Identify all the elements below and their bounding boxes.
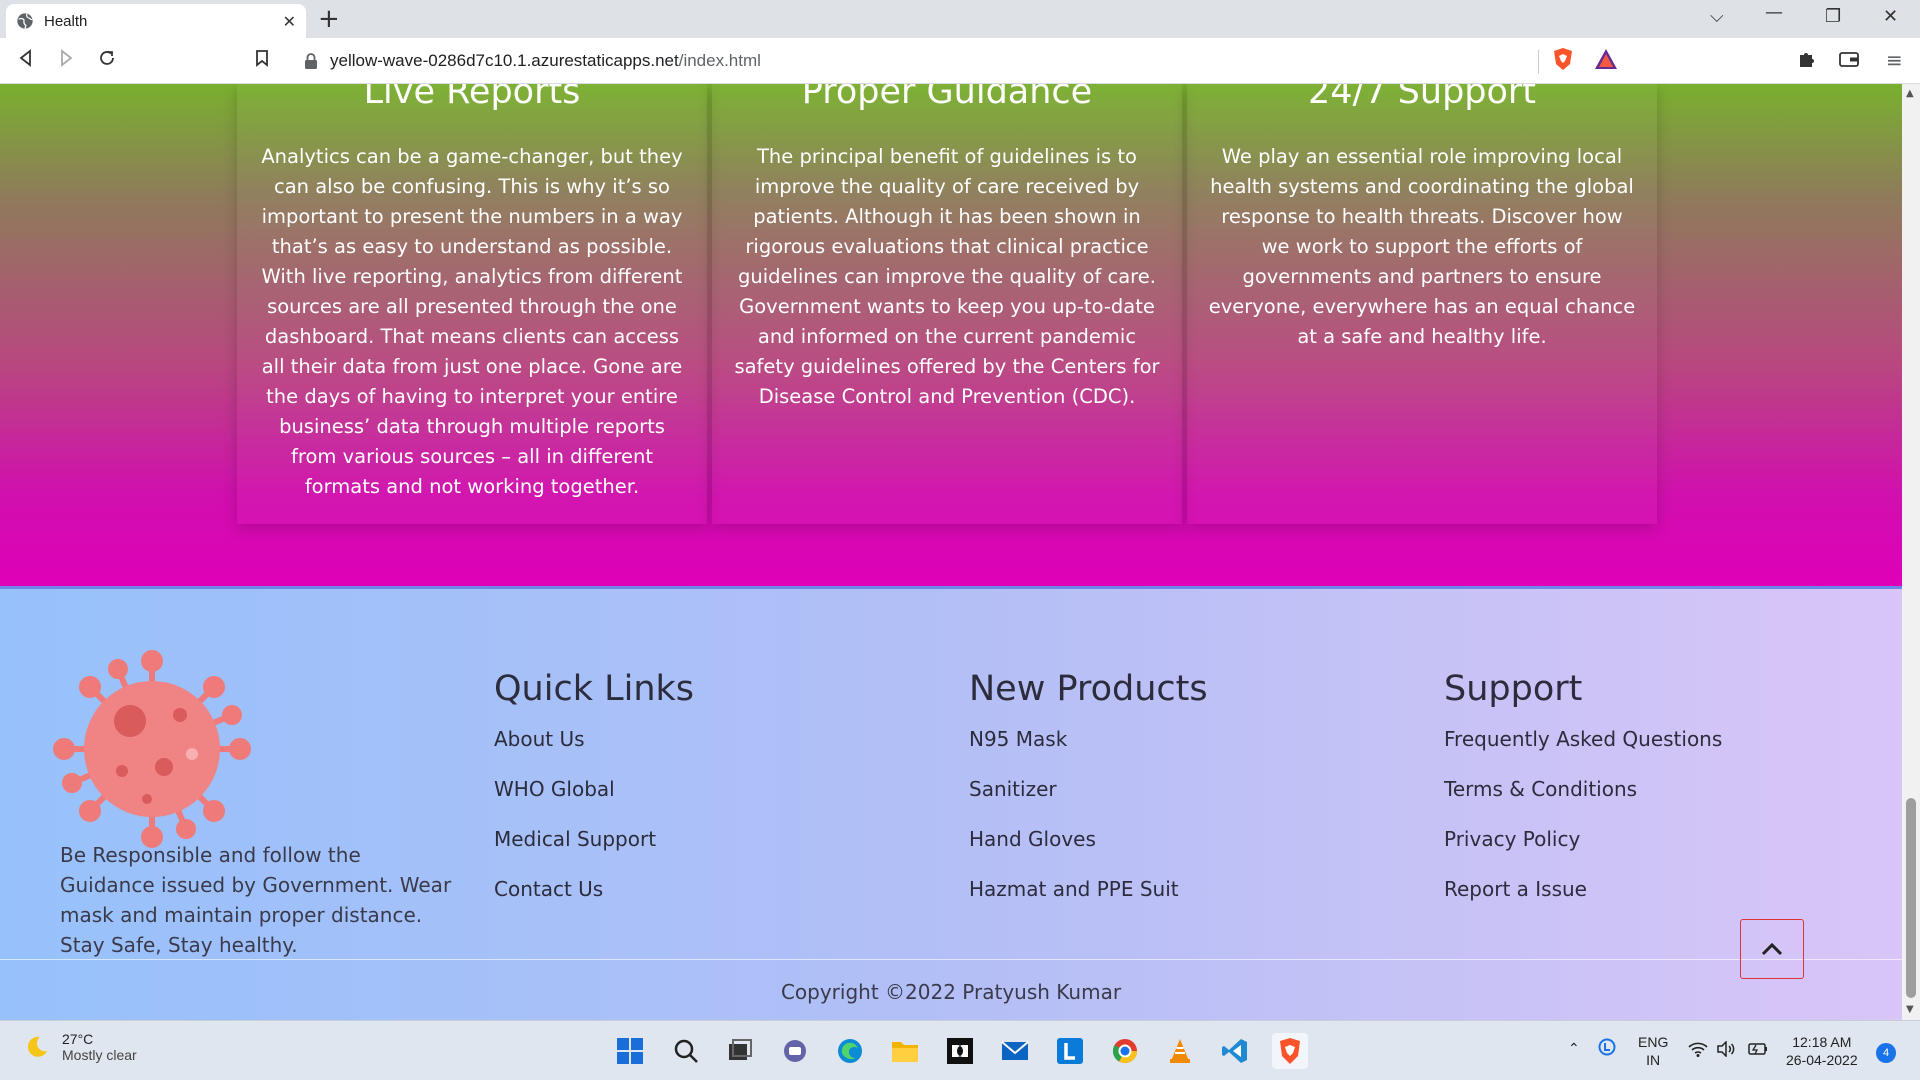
footer-divider [0,959,1902,960]
link-hand-gloves[interactable]: Hand Gloves [969,827,1208,877]
link-n95-mask[interactable]: N95 Mask [969,727,1208,777]
page-viewport: Live Reports Analytics can be a game-cha… [0,84,1902,1020]
menu-icon[interactable]: ≡ [1886,49,1903,71]
clock-time: 12:18 AM [1792,1034,1852,1050]
back-to-top-button[interactable] [1740,919,1804,979]
feature-card-support: 24/7 Support We play an essential role i… [1187,84,1657,524]
restore-button[interactable]: ❐ [1825,6,1841,27]
card-title: Live Reports [363,84,581,112]
scroll-up-icon[interactable]: ▲ [1906,88,1914,99]
copyright-text: Copyright ©2022 Pratyush Kumar [780,980,1122,1004]
footer-about-text: Be Responsible and follow the Guidance i… [60,843,452,957]
card-title: 24/7 Support [1307,84,1537,112]
tab-title: Health [44,12,88,30]
page-scrollbar[interactable]: ▲ ▼ [1902,84,1920,1020]
feature-card-proper-guidance: Proper Guidance The principal benefit of… [712,84,1182,524]
virus-logo-icon [53,650,251,848]
card-text: We play an essential role improving loca… [1208,145,1636,348]
link-about-us[interactable]: About Us [494,727,694,777]
language-code: ENG [1638,1034,1669,1050]
teams-chat-icon[interactable] [777,1033,813,1069]
feature-card-live-reports: Live Reports Analytics can be a game-cha… [237,84,707,524]
new-products-heading: New Products [969,669,1208,709]
reload-icon[interactable] [98,49,116,71]
link-terms-conditions[interactable]: Terms & Conditions [1444,777,1722,827]
moon-icon [27,1036,47,1057]
language-indicator[interactable]: ENG IN [1638,1033,1668,1069]
footer-support: Support Frequently Asked Questions Terms… [1444,669,1722,927]
link-faq[interactable]: Frequently Asked Questions [1444,727,1722,777]
windows-taskbar: 27°C Mostly clear ⌃ ENG IN 12:18 AM 26-0… [0,1020,1920,1080]
wallet-icon[interactable] [1838,49,1860,73]
edge-icon[interactable] [832,1033,868,1069]
close-tab-icon[interactable]: ✕ [283,12,296,31]
show-hidden-icons-icon[interactable]: ⌃ [1568,1039,1580,1057]
bookmark-icon[interactable] [255,49,269,71]
l-app-icon[interactable] [1052,1033,1088,1069]
close-window-button[interactable]: ✕ [1883,6,1898,27]
extensions-icon[interactable] [1797,49,1817,73]
address-bar[interactable]: yellow-wave-0286d7c10.1.azurestaticapps.… [290,43,1600,79]
link-medical-support[interactable]: Medical Support [494,827,694,877]
file-explorer-icon[interactable] [887,1033,923,1069]
footer: Be Responsible and follow the Guidance i… [0,586,1902,1020]
footer-quick-links: Quick Links About Us WHO Global Medical … [494,669,694,927]
region-code: IN [1646,1052,1661,1068]
footer-new-products: New Products N95 Mask Sanitizer Hand Glo… [969,669,1208,927]
tab-search-chevron-icon[interactable]: ⌵ [1710,6,1724,27]
weather-condition: Mostly clear [62,1047,137,1063]
new-tab-button[interactable]: + [318,5,340,33]
link-report-issue[interactable]: Report a Issue [1444,877,1722,927]
battery-icon[interactable] [1746,1041,1768,1061]
scroll-down-icon[interactable]: ▼ [1906,1004,1914,1015]
vscode-icon[interactable] [1217,1033,1253,1069]
chrome-icon[interactable] [1107,1033,1143,1069]
volume-icon[interactable] [1716,1040,1736,1061]
card-title: Proper Guidance [801,84,1093,112]
omnibox-divider [1538,50,1539,74]
weather-widget[interactable]: 27°C Mostly clear [24,1031,137,1063]
quick-links-heading: Quick Links [494,669,695,709]
support-heading: Support [1444,669,1583,709]
clock-date: 26-04-2022 [1786,1052,1858,1068]
wifi-icon[interactable] [1688,1041,1708,1061]
link-contact-us[interactable]: Contact Us [494,877,694,927]
start-icon[interactable] [612,1033,648,1069]
link-privacy-policy[interactable]: Privacy Policy [1444,827,1722,877]
url-text: yellow-wave-0286d7c10.1.azurestaticapps.… [330,51,761,70]
back-icon[interactable] [18,49,34,71]
minimize-button[interactable]: — [1765,2,1783,23]
card-text: Analytics can be a game-changer, but the… [261,145,683,498]
weather-temperature: 27°C [62,1031,94,1047]
lock-icon [305,53,317,69]
search-icon[interactable] [668,1033,704,1069]
vlc-icon[interactable] [1162,1033,1198,1069]
chevron-up-icon [1761,942,1783,956]
browser-tab[interactable]: Health ✕ [6,4,306,38]
features-section: Live Reports Analytics can be a game-cha… [0,84,1902,586]
card-text: The principal benefit of guidelines is t… [734,145,1160,408]
globe-icon [17,13,33,29]
browser-toolbar: yellow-wave-0286d7c10.1.azurestaticapps.… [0,38,1920,84]
link-who-global[interactable]: WHO Global [494,777,694,827]
clock[interactable]: 12:18 AM 26-04-2022 [1786,1033,1858,1069]
link-sanitizer[interactable]: Sanitizer [969,777,1208,827]
tray-app-icon[interactable] [1598,1038,1616,1060]
notification-badge[interactable]: 4 [1876,1043,1896,1063]
scrollbar-thumb[interactable] [1906,798,1916,998]
dolby-access-icon[interactable] [942,1033,978,1069]
link-hazmat-ppe-suit[interactable]: Hazmat and PPE Suit [969,877,1208,927]
brave-browser-icon[interactable] [1272,1033,1308,1069]
brave-rewards-icon[interactable] [1594,48,1618,74]
forward-icon[interactable] [58,49,74,71]
task-view-icon[interactable] [722,1033,758,1069]
mail-icon[interactable] [997,1033,1033,1069]
browser-tab-bar: Health ✕ + ⌵ — ❐ ✕ [0,0,1920,38]
brave-shields-icon[interactable] [1552,47,1574,75]
